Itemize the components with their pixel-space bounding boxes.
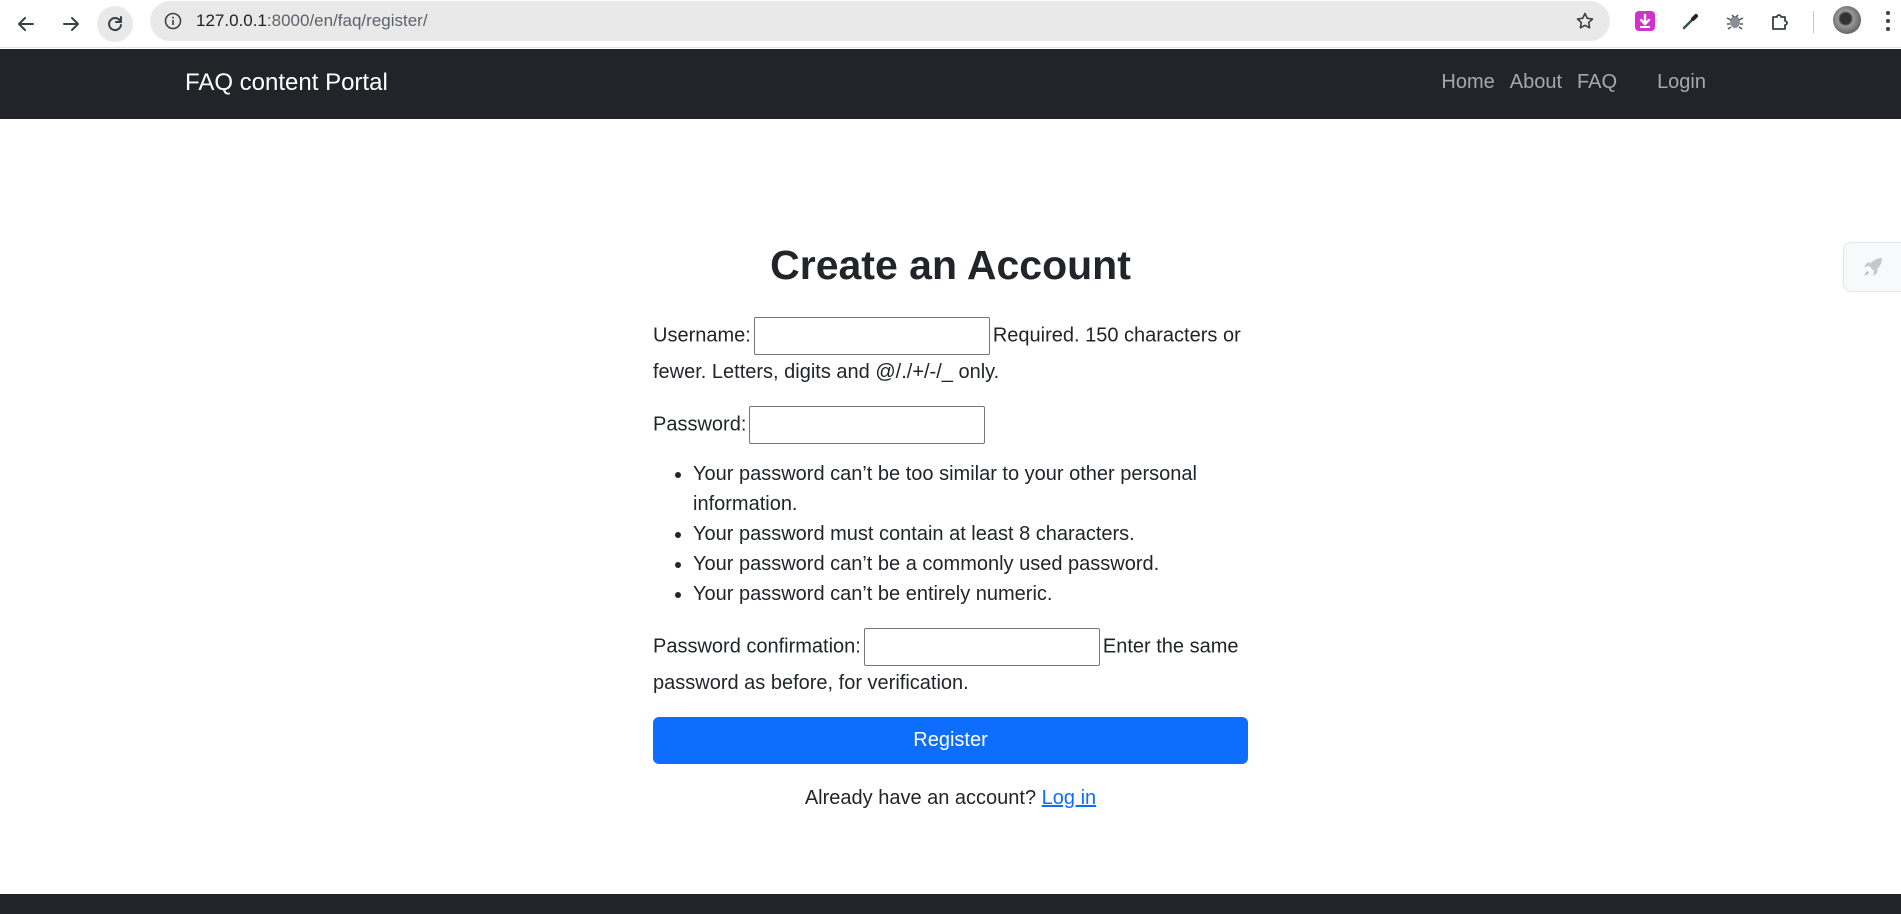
password-rules-list: Your password can’t be too similar to yo…	[653, 459, 1248, 609]
password-confirmation-help-cont: password as before, for verification.	[653, 672, 969, 694]
reload-button[interactable]	[97, 6, 133, 42]
floating-widget[interactable]	[1843, 242, 1901, 292]
address-bar[interactable]: 127.0.0.1:8000/en/faq/register/	[150, 1, 1610, 41]
download-extension-icon[interactable]	[1631, 7, 1659, 35]
username-label: Username:	[653, 324, 751, 347]
username-input[interactable]	[753, 317, 990, 355]
bookmark-star-icon[interactable]	[1574, 10, 1596, 32]
username-help-text-cont: fewer. Letters, digits and @/./+/-/_ onl…	[653, 361, 1000, 383]
reload-icon	[108, 16, 122, 32]
profile-avatar[interactable]	[1833, 6, 1861, 34]
register-form: Create an Account Username: Required. 150…	[653, 230, 1248, 810]
site-brand[interactable]: FAQ content Portal	[185, 69, 388, 97]
site-info-icon[interactable]	[162, 10, 184, 32]
url-host: 127.0.0.1	[196, 11, 267, 30]
forward-button[interactable]	[53, 6, 89, 42]
forward-arrow-icon	[63, 17, 79, 31]
password-input[interactable]	[749, 406, 986, 444]
password-rule: Your password must contain at least 8 ch…	[693, 519, 1248, 549]
site-navbar: FAQ content Portal Home About FAQ Login	[0, 49, 1901, 119]
site-footer	[0, 894, 1901, 914]
password-confirmation-input[interactable]	[863, 628, 1100, 666]
username-row: Username: Required. 150 characters or few…	[653, 317, 1248, 389]
nav-links: Home About FAQ Login	[1441, 71, 1706, 94]
browser-toolbar: 127.0.0.1:8000/en/faq/register/	[0, 0, 1901, 48]
back-button[interactable]	[8, 6, 44, 42]
bug-extension-icon[interactable]	[1721, 7, 1749, 35]
login-prompt-text: Already have an account?	[804, 787, 1037, 809]
password-rule: Your password can’t be too similar to yo…	[693, 459, 1248, 519]
nav-link-faq[interactable]: FAQ	[1577, 71, 1617, 94]
password-confirmation-label: Password confirmation:	[653, 635, 861, 658]
register-button[interactable]: Register	[653, 717, 1248, 764]
toolbar-divider	[1813, 11, 1814, 33]
url-text[interactable]: 127.0.0.1:8000/en/faq/register/	[196, 11, 428, 31]
password-row: Password:	[653, 406, 1248, 444]
nav-link-login[interactable]: Login	[1657, 71, 1706, 94]
nav-link-home[interactable]: Home	[1441, 71, 1494, 94]
username-help-text: Required. 150 characters or	[992, 324, 1241, 347]
eyedropper-extension-icon[interactable]	[1677, 7, 1705, 35]
menu-kebab-icon[interactable]	[1880, 8, 1896, 34]
login-prompt: Already have an account? Log in	[653, 787, 1248, 810]
password-rule: Your password can’t be a commonly used p…	[693, 549, 1248, 579]
page-title: Create an Account	[770, 242, 1131, 288]
password-rule: Your password can’t be entirely numeric.	[693, 579, 1248, 609]
extensions-puzzle-icon[interactable]	[1766, 7, 1794, 35]
rocket-icon	[1863, 258, 1882, 276]
password-confirmation-help: Enter the same	[1102, 635, 1239, 658]
login-link[interactable]: Log in	[1042, 787, 1097, 809]
url-path: :8000/en/faq/register/	[266, 11, 428, 30]
back-arrow-icon	[18, 17, 34, 31]
password-label: Password:	[653, 413, 747, 436]
password-confirmation-row: Password confirmation: Enter the same pas…	[653, 628, 1248, 700]
nav-link-about[interactable]: About	[1510, 71, 1562, 94]
